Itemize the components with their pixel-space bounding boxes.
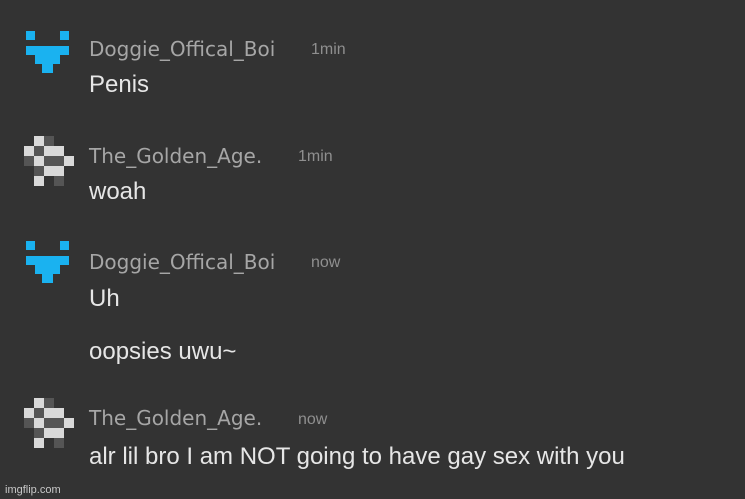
timestamp: now	[311, 254, 341, 271]
timestamp: 1min	[311, 41, 346, 58]
message-text: alr lil bro I am NOT going to have gay s…	[89, 443, 625, 470]
blue-pixel-face-icon[interactable]	[24, 239, 76, 291]
gray-pixel-pattern-icon[interactable]	[24, 398, 76, 450]
timestamp: 1min	[298, 148, 333, 165]
username[interactable]: Doggie_Offical_Boi	[89, 39, 275, 59]
timestamp: now	[298, 411, 328, 428]
watermark: imgflip.com	[5, 484, 61, 496]
gray-pixel-pattern-icon[interactable]	[24, 136, 76, 188]
message-text: woah	[89, 178, 147, 205]
username[interactable]: Doggie_Offical_Boi	[89, 252, 275, 272]
username[interactable]: The_Golden_Age.	[89, 146, 262, 166]
message-text: Uh	[89, 285, 120, 312]
message-text: oopsies uwu~	[89, 338, 237, 365]
message-text: Penis	[89, 71, 150, 98]
username[interactable]: The_Golden_Age.	[89, 408, 262, 428]
blue-pixel-face-icon[interactable]	[24, 29, 76, 81]
